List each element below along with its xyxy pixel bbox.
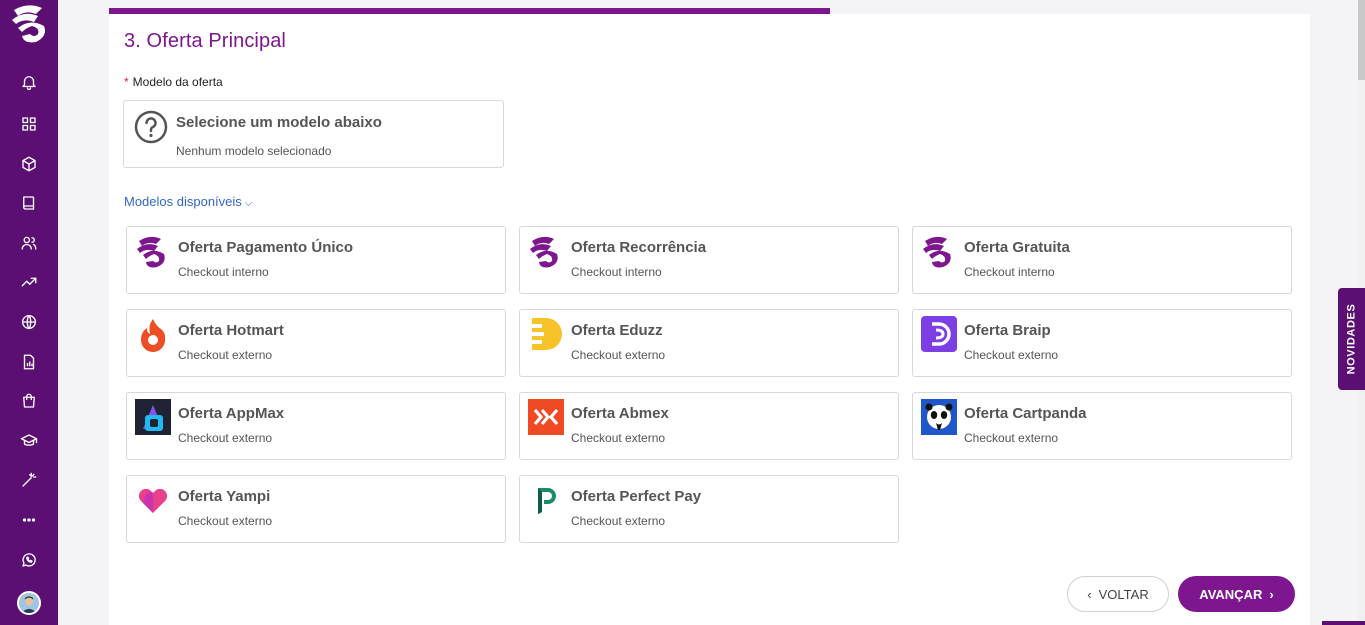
question-circle-icon bbox=[134, 110, 168, 144]
model-subtitle: Checkout externo bbox=[571, 431, 666, 445]
model-card-recorrencia[interactable]: Oferta Recorrência Checkout interno bbox=[519, 226, 899, 294]
hotmart-logo-icon bbox=[141, 319, 166, 352]
offer-model-label: * Modelo da oferta bbox=[124, 75, 223, 89]
model-subtitle: Checkout interno bbox=[178, 265, 269, 279]
offer-step-card: 3. Oferta Principal * Modelo da oferta Se… bbox=[109, 8, 1310, 625]
model-card-hotmart[interactable]: Oferta Hotmart Checkout externo bbox=[126, 309, 506, 377]
model-card-pagamento-unico[interactable]: Oferta Pagamento Único Checkout interno bbox=[126, 226, 506, 294]
model-subtitle: Checkout externo bbox=[178, 348, 273, 362]
braip-logo-icon bbox=[921, 316, 957, 352]
model-title: Oferta Cartpanda bbox=[964, 405, 1087, 422]
novidades-label: NOVIDADES bbox=[1345, 303, 1358, 375]
model-card-perfect-pay[interactable]: Oferta Perfect Pay Checkout externo bbox=[519, 475, 899, 543]
model-title: Oferta Yampi bbox=[178, 488, 271, 505]
report-file-icon[interactable] bbox=[15, 348, 43, 376]
model-title: Oferta AppMax bbox=[178, 405, 285, 422]
model-subtitle: Checkout externo bbox=[964, 348, 1059, 362]
offer-model-label-text: Modelo da oferta bbox=[132, 75, 223, 89]
model-card-cartpanda[interactable]: Oferta Cartpanda Checkout externo bbox=[912, 392, 1292, 460]
box-icon[interactable] bbox=[15, 150, 43, 178]
magic-wand-icon[interactable] bbox=[15, 466, 43, 494]
model-title: Oferta Hotmart bbox=[178, 322, 284, 339]
brand-logo-icon bbox=[137, 236, 165, 268]
yampi-logo-icon bbox=[138, 488, 168, 513]
model-subtitle: Checkout externo bbox=[571, 514, 666, 528]
model-title: Oferta Eduzz bbox=[571, 322, 663, 339]
user-avatar[interactable] bbox=[17, 591, 41, 615]
required-mark: * bbox=[124, 75, 129, 89]
novidades-tab[interactable]: NOVIDADES bbox=[1338, 288, 1365, 390]
chevron-down-icon: ⌵ bbox=[244, 198, 253, 209]
model-title: Oferta Abmex bbox=[571, 405, 669, 422]
brand-logo-icon bbox=[530, 236, 558, 268]
corner-widget[interactable] bbox=[1322, 621, 1365, 625]
next-button[interactable]: AVANÇAR › bbox=[1178, 576, 1295, 612]
models-available-label: Modelos disponíveis bbox=[124, 194, 242, 209]
bell-icon[interactable] bbox=[15, 68, 43, 96]
model-title: Oferta Braip bbox=[964, 322, 1051, 339]
users-icon[interactable] bbox=[15, 229, 43, 257]
model-subtitle: Checkout interno bbox=[571, 265, 662, 279]
step-title: 3. Oferta Principal bbox=[124, 30, 286, 52]
chevron-left-icon: ‹ bbox=[1087, 586, 1092, 602]
model-subtitle: Checkout externo bbox=[571, 348, 666, 362]
brand-logo-icon bbox=[923, 236, 951, 268]
shopping-bag-icon[interactable] bbox=[15, 387, 43, 415]
next-button-label: AVANÇAR bbox=[1199, 586, 1263, 602]
progress-track bbox=[109, 8, 1310, 14]
chevron-right-icon: › bbox=[1269, 586, 1274, 602]
selected-model-title: Selecione um modelo abaixo bbox=[176, 114, 382, 131]
abmex-logo-icon bbox=[528, 399, 564, 435]
scrollbar-thumb[interactable] bbox=[1358, 0, 1365, 80]
selected-model-box: Selecione um modelo abaixo Nenhum modelo… bbox=[123, 100, 504, 168]
model-card-gratuita[interactable]: Oferta Gratuita Checkout interno bbox=[912, 226, 1292, 294]
model-card-yampi[interactable]: Oferta Yampi Checkout externo bbox=[126, 475, 506, 543]
back-button[interactable]: ‹ VOLTAR bbox=[1067, 576, 1169, 612]
model-card-braip[interactable]: Oferta Braip Checkout externo bbox=[912, 309, 1292, 377]
eduzz-logo-icon bbox=[532, 318, 562, 350]
model-title: Oferta Recorrência bbox=[571, 239, 707, 256]
model-title: Oferta Gratuita bbox=[964, 239, 1070, 256]
model-subtitle: Checkout externo bbox=[178, 431, 273, 445]
cartpanda-logo-icon bbox=[921, 399, 957, 435]
dashboard-grid-icon[interactable] bbox=[15, 110, 43, 138]
brand-logo-icon[interactable] bbox=[8, 0, 52, 48]
models-available-toggle[interactable]: Modelos disponíveis ⌵ bbox=[124, 194, 252, 209]
appmax-logo-icon bbox=[135, 399, 171, 435]
selected-model-subtitle: Nenhum modelo selecionado bbox=[176, 144, 332, 158]
model-title: Oferta Pagamento Único bbox=[178, 239, 354, 256]
model-subtitle: Checkout externo bbox=[178, 514, 273, 528]
perfectpay-logo-icon bbox=[538, 488, 556, 514]
model-card-eduzz[interactable]: Oferta Eduzz Checkout externo bbox=[519, 309, 899, 377]
sidebar bbox=[0, 0, 58, 625]
globe-icon[interactable] bbox=[15, 308, 43, 336]
model-card-abmex[interactable]: Oferta Abmex Checkout externo bbox=[519, 392, 899, 460]
model-subtitle: Checkout externo bbox=[964, 431, 1059, 445]
model-card-appmax[interactable]: Oferta AppMax Checkout externo bbox=[126, 392, 506, 460]
model-subtitle: Checkout interno bbox=[964, 265, 1055, 279]
model-title: Oferta Perfect Pay bbox=[571, 488, 702, 505]
more-dots-icon[interactable] bbox=[15, 506, 43, 534]
progress-fill bbox=[109, 8, 830, 14]
book-icon[interactable] bbox=[15, 189, 43, 217]
whatsapp-icon[interactable] bbox=[15, 546, 43, 574]
trending-up-icon[interactable] bbox=[15, 268, 43, 296]
graduation-cap-icon[interactable] bbox=[15, 427, 43, 455]
back-button-label: VOLTAR bbox=[1098, 586, 1149, 602]
